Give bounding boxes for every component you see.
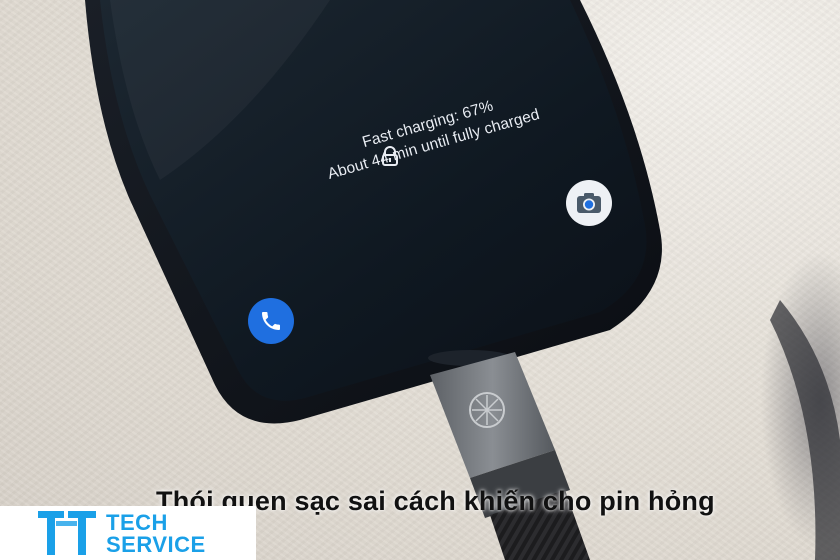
logo-text-line2: SERVICE [106,532,206,557]
logo-text-line1: TECH [106,510,168,535]
logo-mark-icon [38,511,96,555]
logo-text: TECH SERVICE [106,512,206,556]
phone-icon [262,312,280,330]
camera-icon [577,193,601,213]
phone-photo [85,0,840,560]
phone-shortcut[interactable] [248,298,294,344]
camera-shortcut[interactable] [566,180,612,226]
